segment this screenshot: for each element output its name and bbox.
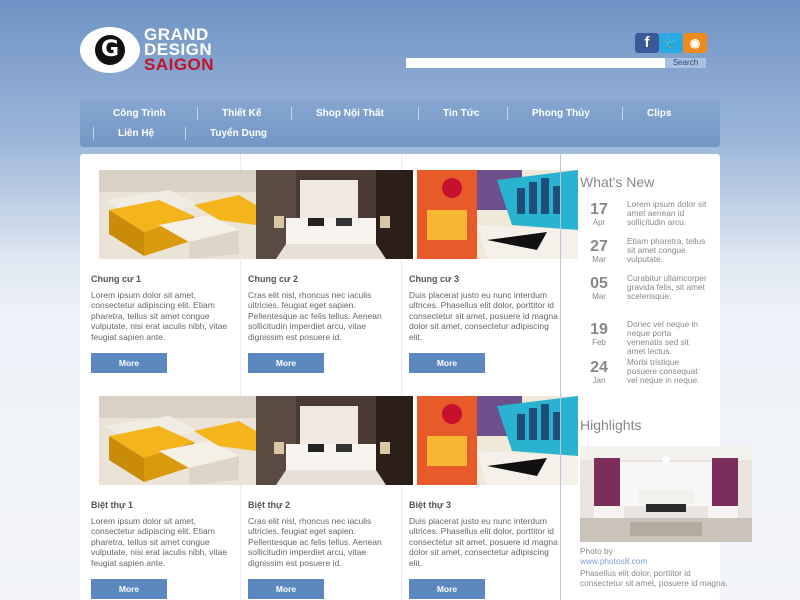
- project-image-art[interactable]: [417, 170, 578, 259]
- main-nav: Công Trình Thiết Kế Shop Nội Thất Tin Tứ…: [80, 99, 720, 147]
- project-card: Biệt thự 1 Lorem ipsum dolor sit amet, c…: [80, 380, 256, 600]
- nav-item-tin-tuc[interactable]: Tin Tức: [443, 108, 480, 119]
- news-date: 17 Apr: [580, 202, 618, 228]
- news-date: 05 Mar: [580, 276, 618, 302]
- project-image-bedroom[interactable]: [256, 170, 413, 259]
- more-button[interactable]: More: [409, 579, 485, 599]
- social-links: f 🐦 ◉: [635, 33, 707, 53]
- nav-separator: [507, 107, 508, 120]
- site-logo[interactable]: G GRAND DESIGN SAIGON: [80, 25, 240, 77]
- more-button[interactable]: More: [91, 353, 167, 373]
- nav-separator: [197, 107, 198, 120]
- project-card: Chung cư 1 Lorem ipsum dolor sit amet, c…: [80, 154, 256, 384]
- news-item-text[interactable]: Etiam pharetra, tellus sit amet congue v…: [627, 236, 707, 264]
- nav-separator: [622, 107, 623, 120]
- rss-icon[interactable]: ◉: [683, 33, 707, 53]
- project-description: Duis placerat justo eu nunc interdum ult…: [409, 290, 558, 342]
- project-title[interactable]: Chung cư 3: [409, 274, 459, 284]
- search-button[interactable]: Search: [664, 58, 706, 68]
- project-image-art[interactable]: [417, 396, 578, 485]
- whats-new-heading: What's New: [580, 174, 655, 190]
- nav-item-clips[interactable]: Clips: [647, 108, 671, 119]
- news-month: Mar: [592, 292, 606, 301]
- nav-separator: [418, 107, 419, 120]
- nav-separator: [185, 127, 186, 140]
- logo-letter: G: [95, 35, 125, 65]
- news-item-text[interactable]: Curabitur ullamcorper gravida felis, sit…: [627, 273, 707, 301]
- nav-separator: [291, 107, 292, 120]
- project-description: Lorem ipsum dolor sit amet, consectetur …: [91, 290, 228, 342]
- project-title[interactable]: Biệt thự 2: [248, 500, 290, 510]
- search-bar: Search: [406, 58, 706, 68]
- project-image-sofa[interactable]: [99, 396, 256, 485]
- news-day: 05: [590, 275, 608, 292]
- more-button[interactable]: More: [248, 353, 324, 373]
- nav-item-shop-noi-that[interactable]: Shop Nội Thất: [316, 108, 384, 119]
- news-month: Mar: [592, 255, 606, 264]
- project-card: Chung cư 3 Duis placerat justo eu nunc i…: [398, 154, 578, 384]
- news-month: Apr: [592, 218, 606, 227]
- project-card: Biệt thự 3 Duis placerat justo eu nunc i…: [398, 380, 578, 600]
- sidebar: What's New 17 Apr Lorem ipsum dolor sit …: [560, 154, 752, 600]
- highlights-heading: Highlights: [580, 417, 642, 433]
- project-title[interactable]: Chung cư 1: [91, 274, 141, 284]
- photo-credit: Photo by www.photos8.com: [580, 546, 730, 566]
- nav-item-phong-thuy[interactable]: Phong Thủy: [532, 108, 590, 119]
- project-title[interactable]: Biệt thự 1: [91, 500, 133, 510]
- nav-item-thiet-ke[interactable]: Thiết Kế: [222, 108, 261, 119]
- photo-credit-link[interactable]: www.photos8.com: [580, 556, 647, 566]
- project-description: Cras elit nisl, rhoncus nec iaculis ultr…: [248, 516, 382, 568]
- project-description: Cras elit nisl, rhoncus nec iaculis ultr…: [248, 290, 382, 342]
- news-date: 19 Feb: [580, 322, 618, 348]
- project-card: Chung cư 2 Cras elit nisl, rhoncus nec i…: [237, 154, 413, 384]
- project-title[interactable]: Biệt thự 3: [409, 500, 451, 510]
- news-month: Feb: [592, 338, 606, 347]
- highlight-image[interactable]: [580, 446, 752, 542]
- twitter-icon[interactable]: 🐦: [659, 33, 683, 53]
- logo-text: GRAND DESIGN SAIGON: [144, 26, 215, 74]
- project-image-sofa[interactable]: [99, 170, 256, 259]
- more-button[interactable]: More: [409, 353, 485, 373]
- news-item-text[interactable]: Lorem ipsum dolor sit amet aenean id sol…: [627, 199, 707, 227]
- logo-mark: G: [80, 27, 140, 73]
- news-item-text[interactable]: Morbi tristique posuere consequat vel ne…: [627, 357, 707, 385]
- photo-credit-label: Photo by: [580, 546, 613, 556]
- news-date: 27 Mar: [580, 239, 618, 265]
- nav-separator: [93, 127, 94, 140]
- logo-line-3: SAIGON: [144, 55, 215, 74]
- search-input[interactable]: [406, 58, 664, 68]
- project-description: Duis placerat justo eu nunc interdum ult…: [409, 516, 558, 568]
- nav-item-lien-he[interactable]: Liên Hệ: [118, 128, 154, 139]
- project-description: Lorem ipsum dolor sit amet, consectetur …: [91, 516, 228, 568]
- highlight-description: Phasellus elit dolor, porttitor id conse…: [580, 568, 728, 588]
- facebook-icon[interactable]: f: [635, 33, 659, 53]
- project-card: Biệt thự 2 Cras elit nisl, rhoncus nec i…: [237, 380, 413, 600]
- news-month: Jan: [592, 376, 606, 385]
- more-button[interactable]: More: [91, 579, 167, 599]
- news-day: 27: [590, 238, 608, 255]
- project-image-bedroom[interactable]: [256, 396, 413, 485]
- news-day: 19: [590, 321, 608, 338]
- news-date: 24 Jan: [580, 360, 618, 386]
- news-day: 24: [590, 359, 608, 376]
- news-item-text[interactable]: Donec vel neque in neque porta venenatis…: [627, 319, 707, 356]
- news-day: 17: [590, 201, 608, 218]
- more-button[interactable]: More: [248, 579, 324, 599]
- nav-item-tuyen-dung[interactable]: Tuyển Dụng: [210, 128, 267, 139]
- project-title[interactable]: Chung cư 2: [248, 274, 298, 284]
- nav-item-cong-trinh[interactable]: Công Trình: [113, 108, 166, 119]
